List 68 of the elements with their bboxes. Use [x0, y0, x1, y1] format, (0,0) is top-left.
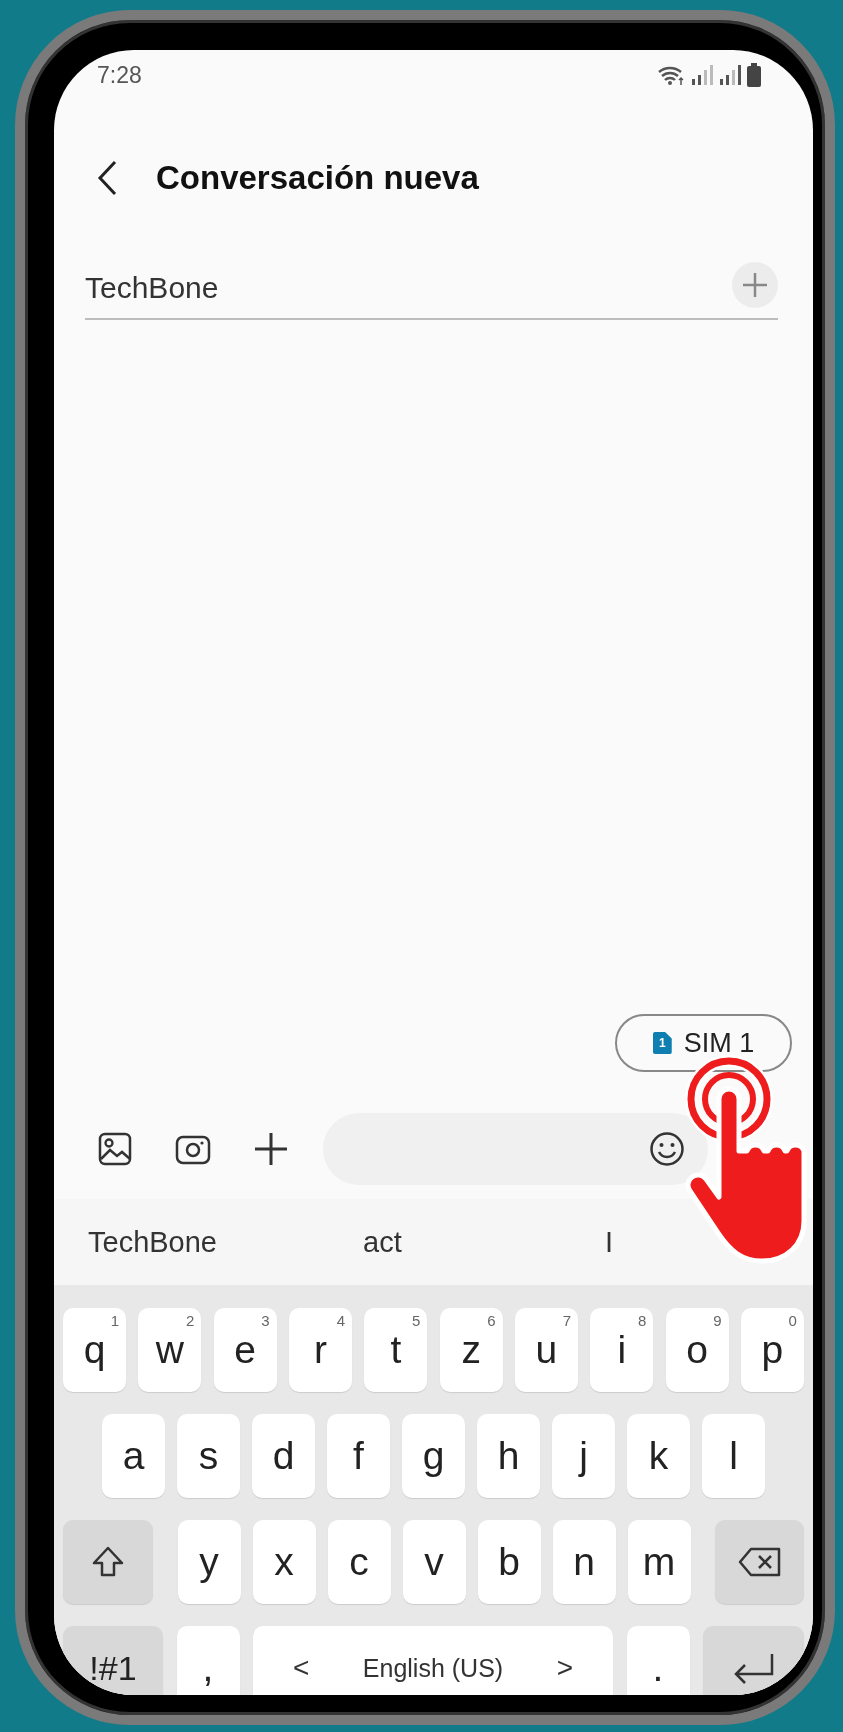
previous-language-arrow[interactable]: <	[293, 1652, 310, 1684]
key[interactable]: u 7	[514, 1308, 578, 1392]
key[interactable]: i 8	[590, 1308, 654, 1392]
key[interactable]: f	[327, 1414, 390, 1498]
key-hint: 0	[788, 1312, 797, 1329]
back-icon	[96, 160, 118, 196]
key[interactable]: o 9	[665, 1308, 729, 1392]
signal-icon	[719, 65, 741, 85]
battery-icon	[747, 63, 761, 87]
screen-title: Conversación nueva	[156, 159, 479, 197]
add-recipient-button[interactable]	[732, 262, 778, 308]
status-time: 7:28	[97, 61, 142, 89]
suggestion-word[interactable]: act	[363, 1199, 402, 1285]
key[interactable]: q 1	[63, 1308, 126, 1392]
key[interactable]: h	[477, 1414, 540, 1498]
message-field[interactable]	[323, 1113, 708, 1185]
key-hint: 4	[336, 1312, 345, 1329]
key-hint: 3	[261, 1312, 270, 1329]
key[interactable]: x	[252, 1520, 316, 1604]
key[interactable]: e 3	[213, 1308, 277, 1392]
backspace-icon	[737, 1547, 782, 1577]
key-hint: 1	[110, 1312, 119, 1329]
key-hint: 2	[186, 1312, 195, 1329]
key[interactable]: z 6	[439, 1308, 503, 1392]
key[interactable]: k	[627, 1414, 690, 1498]
key[interactable]: l	[702, 1414, 765, 1498]
sim-card-icon: 1	[652, 1032, 672, 1054]
key[interactable]: c	[327, 1520, 391, 1604]
key[interactable]: m	[627, 1520, 691, 1604]
signal-icon	[691, 65, 713, 85]
key[interactable]: s	[177, 1414, 240, 1498]
suggestion-word[interactable]: I	[605, 1199, 614, 1285]
key-hint: 5	[411, 1312, 421, 1329]
language-label: English (US)	[362, 1653, 504, 1683]
suggestion-word[interactable]: TechBone	[88, 1199, 217, 1285]
key[interactable]: b	[477, 1520, 541, 1604]
space-key[interactable]: < English (US) >	[253, 1626, 613, 1695]
camera-icon	[175, 1133, 211, 1165]
key[interactable]: g	[402, 1414, 465, 1498]
key-hint: 8	[637, 1312, 647, 1329]
key[interactable]: y	[177, 1520, 241, 1604]
key-hint: 7	[562, 1312, 571, 1329]
key[interactable]: j	[552, 1414, 615, 1498]
plus-icon	[254, 1132, 288, 1166]
key[interactable]: p 0	[740, 1308, 804, 1392]
enter-key[interactable]	[703, 1626, 804, 1695]
key[interactable]: r 4	[289, 1308, 352, 1392]
sim-button[interactable]: 1 SIM 1	[615, 1014, 792, 1072]
recipient-field[interactable]: TechBone	[85, 271, 585, 305]
shift-key[interactable]	[63, 1520, 153, 1604]
symbols-key[interactable]: !#1	[63, 1626, 163, 1695]
image-icon	[98, 1132, 132, 1166]
next-language-arrow[interactable]: >	[556, 1652, 573, 1684]
backspace-key[interactable]	[715, 1520, 804, 1604]
shift-icon	[91, 1545, 125, 1579]
plus-icon	[742, 272, 768, 298]
key[interactable]: n	[552, 1520, 616, 1604]
emoji-icon[interactable]	[649, 1131, 685, 1167]
wifi-icon	[657, 64, 685, 86]
key[interactable]: .	[626, 1626, 690, 1695]
key-hint: 6	[487, 1312, 496, 1329]
key[interactable]: t 5	[364, 1308, 428, 1392]
key[interactable]: ,	[176, 1626, 240, 1695]
key[interactable]: a	[102, 1414, 165, 1498]
key[interactable]: d	[252, 1414, 315, 1498]
key-hint: 9	[713, 1312, 722, 1329]
key[interactable]: w 2	[138, 1308, 202, 1392]
key[interactable]: v	[402, 1520, 466, 1604]
